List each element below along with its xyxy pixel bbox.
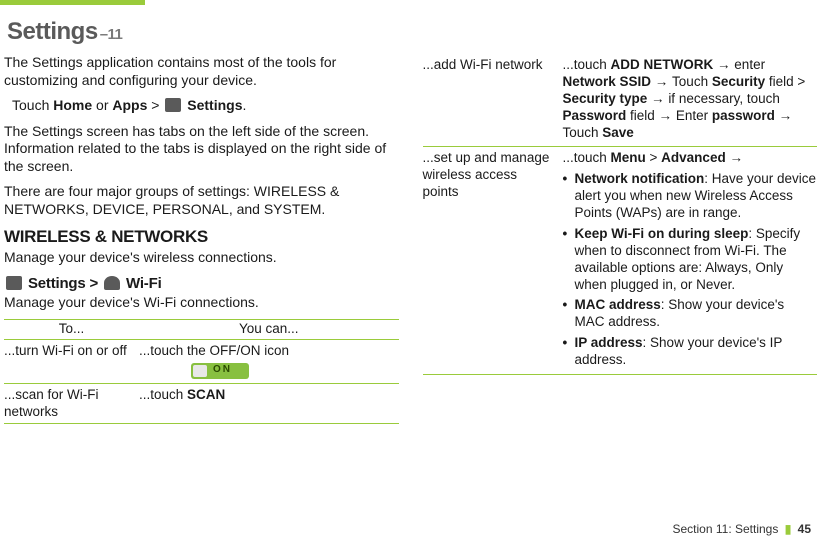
table-row: ...turn Wi-Fi on or off ...touch the OFF… <box>4 340 399 384</box>
th-youcan: You can... <box>139 321 399 338</box>
bullet-dot: • <box>563 297 575 331</box>
wifi-sub: Manage your device's Wi-Fi connections. <box>4 294 399 312</box>
wireless-sub: Manage your device's wireless connection… <box>4 249 399 267</box>
cell-to: ...scan for Wi-Fi networks <box>4 387 139 421</box>
tabs-info: The Settings screen has tabs on the left… <box>4 123 399 176</box>
advanced-line: ...touch Menu > Advanced → <box>563 150 818 167</box>
wifi-path-header: Settings > Wi-Fi <box>4 275 399 294</box>
right-column: ...add Wi-Fi network ...touch ADD NETWOR… <box>423 54 818 424</box>
wireless-networks-header: WIRELESS & NETWORKS <box>4 226 399 247</box>
cell-to: ...add Wi-Fi network <box>423 57 563 74</box>
touch-home-apps: Touch Home or Apps > Settings. <box>4 97 399 115</box>
footer-section: Section 11: Settings <box>673 522 779 536</box>
bullet-dot: • <box>563 226 575 294</box>
cell-to: ...set up and manage wireless access poi… <box>423 150 563 201</box>
settings-icon <box>165 98 181 112</box>
cell-to: ...turn Wi-Fi on or off <box>4 343 139 360</box>
title-sub: –11 <box>100 26 123 43</box>
bullet-dot: • <box>563 171 575 222</box>
table-row: ...scan for Wi-Fi networks ...touch SCAN <box>4 384 399 425</box>
page-footer: Section 11: Settings ▮ 45 <box>673 522 812 536</box>
groups-info: There are four major groups of settings:… <box>4 183 399 218</box>
list-item: • Network notification: Have your device… <box>563 171 818 222</box>
table-header: To... You can... <box>4 319 399 340</box>
cell-action: ...touch ADD NETWORK → enter Network SSI… <box>563 57 818 141</box>
bullet-dot: • <box>563 335 575 369</box>
th-to: To... <box>4 321 139 338</box>
wifi-actions-table: To... You can... ...turn Wi-Fi on or off… <box>4 319 399 424</box>
list-item: • MAC address: Show your device's MAC ad… <box>563 297 818 331</box>
footer-page-number: 45 <box>798 522 811 536</box>
title-main: Settings <box>7 18 98 45</box>
cell-action: ...touch Menu > Advanced → • Network not… <box>563 150 818 369</box>
table-row: ...add Wi-Fi network ...touch ADD NETWOR… <box>423 54 818 147</box>
list-item: • IP address: Show your device's IP addr… <box>563 335 818 369</box>
wifi-advanced-table: ...add Wi-Fi network ...touch ADD NETWOR… <box>423 54 818 375</box>
footer-sep-icon: ▮ <box>785 522 792 536</box>
on-toggle-icon <box>191 363 249 379</box>
wifi-icon <box>104 276 120 290</box>
page-title: Settings–11 <box>7 18 122 46</box>
settings-icon <box>6 276 22 290</box>
left-column: The Settings application contains most o… <box>4 54 399 424</box>
intro-text: The Settings application contains most o… <box>4 54 399 89</box>
page-columns: The Settings application contains most o… <box>4 54 817 424</box>
table-row: ...set up and manage wireless access poi… <box>423 147 818 375</box>
list-item: • Keep Wi-Fi on during sleep: Specify wh… <box>563 226 818 294</box>
top-accent-bar <box>0 0 145 5</box>
cell-action: ...touch the OFF/ON icon <box>139 343 399 380</box>
cell-action: ...touch SCAN <box>139 387 399 404</box>
